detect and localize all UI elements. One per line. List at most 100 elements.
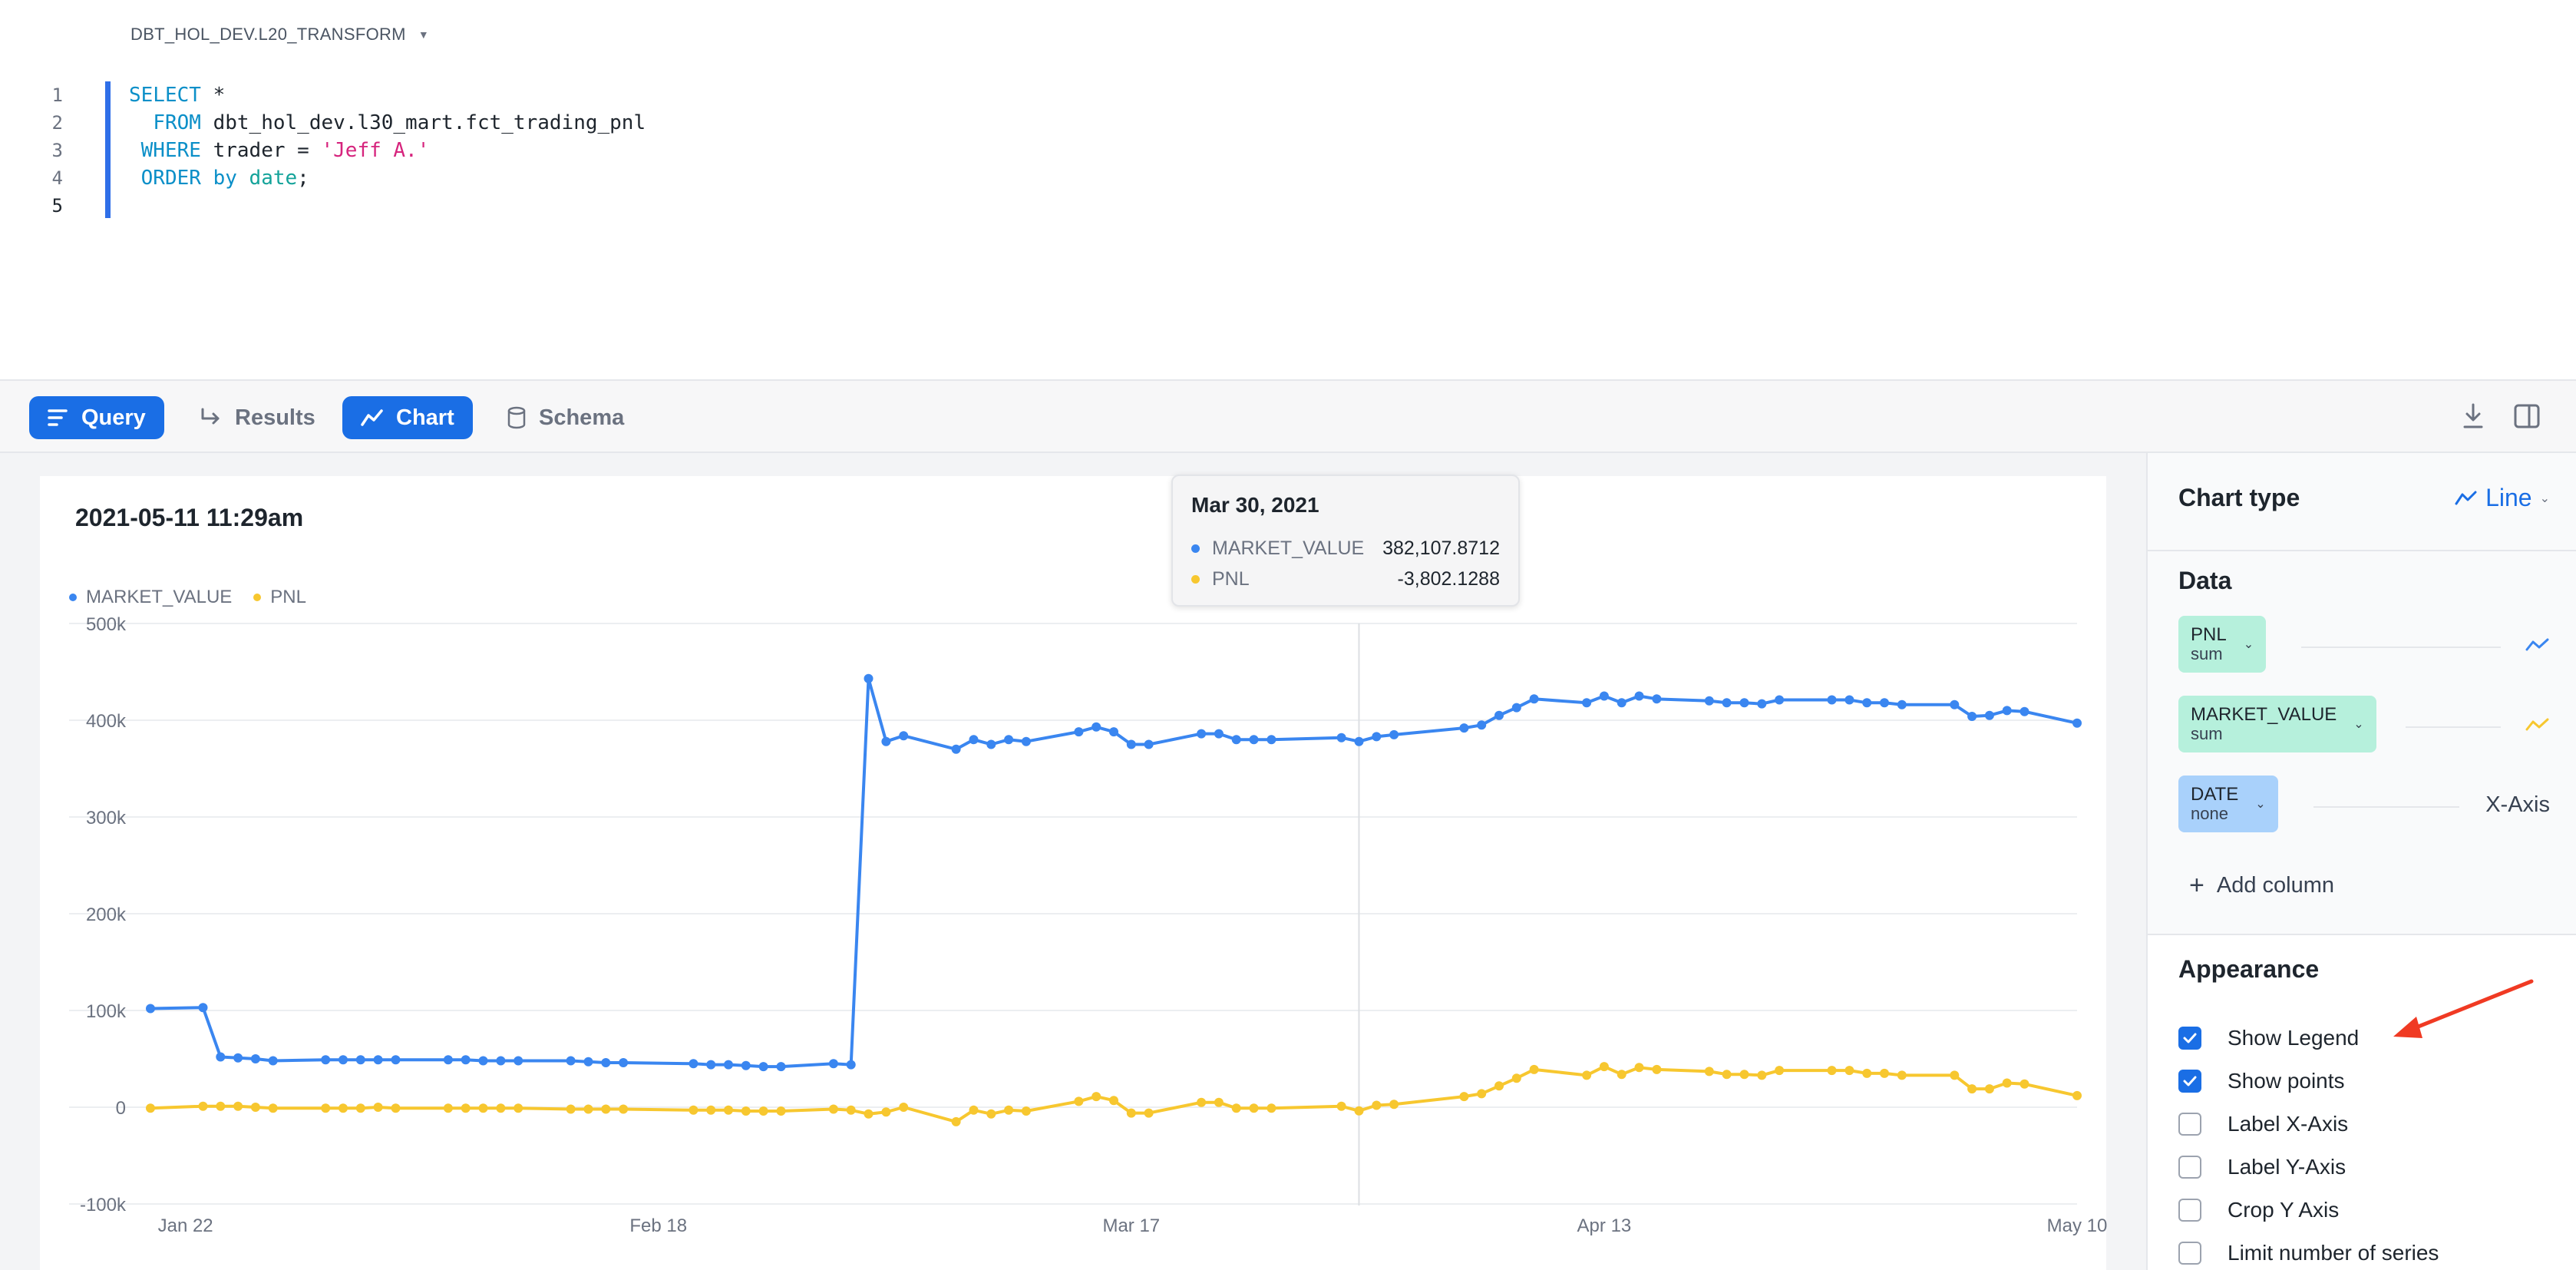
- chevron-down-icon: ⌄: [2255, 798, 2266, 811]
- data-point: [1739, 1070, 1749, 1080]
- pill-connector: [2313, 806, 2459, 808]
- toolbar-right: [2461, 402, 2541, 430]
- chart-settings-panel: Chart type Line ⌄ Data PNL sum ⌄ MARKET_V…: [2146, 453, 2576, 1270]
- data-point: [1950, 699, 1960, 709]
- data-section: Data PNL sum ⌄ MARKET_VALUE sum ⌄ DATE none…: [2148, 551, 2576, 935]
- line-chart[interactable]: 500k 400k 300k 200k 100k 0 -100k Jan 22 Feb 18 M…: [0, 0, 2146, 1270]
- data-point: [1231, 1103, 1241, 1113]
- data-point: [1372, 732, 1382, 742]
- y-axis-ticks: 500k 400k 300k 200k 100k 0 -100k: [80, 614, 127, 1215]
- data-point: [391, 1103, 401, 1113]
- option-label-x-axis[interactable]: Label X-Axis: [2178, 1112, 2348, 1136]
- data-point: [1617, 698, 1627, 708]
- data-point: [1862, 1068, 1872, 1078]
- y-tick-label: -100k: [80, 1195, 127, 1215]
- checkbox-unchecked-icon[interactable]: [2178, 1242, 2201, 1265]
- plus-icon: +: [2189, 871, 2204, 900]
- chart-type-dropdown[interactable]: Line ⌄: [2455, 484, 2550, 512]
- tooltip-series-name: PNL: [1212, 567, 1250, 590]
- y-tick-label: 400k: [86, 711, 127, 732]
- data-point: [373, 1103, 383, 1112]
- data-point: [1091, 1092, 1101, 1102]
- data-point: [146, 1004, 155, 1014]
- option-label-y-axis[interactable]: Label Y-Axis: [2178, 1155, 2346, 1179]
- data-point: [1984, 710, 1994, 720]
- data-point: [828, 1104, 838, 1114]
- chart-gridlines: [69, 623, 2077, 1205]
- checkbox-unchecked-icon[interactable]: [2178, 1156, 2201, 1179]
- data-point: [1459, 1092, 1469, 1102]
- data-point: [969, 1105, 979, 1115]
- data-point: [268, 1056, 278, 1066]
- checkbox-checked-icon[interactable]: [2178, 1070, 2201, 1093]
- data-point: [899, 731, 909, 741]
- data-point: [1862, 698, 1872, 708]
- add-column-button[interactable]: + Add column: [2189, 871, 2334, 901]
- data-point: [1897, 1070, 1907, 1080]
- data-point: [619, 1058, 629, 1067]
- data-point: [321, 1103, 331, 1113]
- data-point: [724, 1060, 733, 1070]
- data-point: [1074, 1096, 1084, 1106]
- data-point: [1197, 1097, 1207, 1107]
- data-point: [724, 1105, 733, 1115]
- download-icon[interactable]: [2461, 402, 2485, 430]
- column-name: DATE: [2191, 784, 2239, 805]
- data-point: [1389, 1100, 1399, 1110]
- data-point: [1091, 722, 1101, 732]
- data-point: [496, 1056, 506, 1066]
- checkbox-unchecked-icon[interactable]: [2178, 1113, 2201, 1136]
- column-role-x-axis[interactable]: X-Axis: [2485, 792, 2550, 818]
- tooltip-row-pnl: PNL -3,802.1288: [1191, 564, 1500, 594]
- data-point: [1477, 720, 1487, 730]
- data-point: [986, 739, 996, 749]
- option-label: Label Y-Axis: [2228, 1155, 2346, 1179]
- data-point: [776, 1062, 786, 1072]
- line-series-icon[interactable]: [2525, 636, 2550, 654]
- series-line: [150, 1065, 2078, 1123]
- data-point: [1739, 698, 1749, 708]
- option-crop-y-axis[interactable]: Crop Y Axis: [2178, 1198, 2339, 1222]
- data-point: [864, 673, 874, 683]
- checkbox-unchecked-icon[interactable]: [2178, 1199, 2201, 1222]
- data-point: [1021, 736, 1031, 746]
- y-tick-label: 500k: [86, 614, 127, 635]
- option-show-legend[interactable]: Show Legend: [2178, 1026, 2359, 1050]
- data-point: [1267, 1103, 1276, 1113]
- line-series-icon[interactable]: [2525, 716, 2550, 734]
- option-show-points[interactable]: Show points: [2178, 1069, 2345, 1093]
- series-dot-icon: [1191, 574, 1200, 584]
- column-pill-pnl[interactable]: PNL sum ⌄: [2178, 616, 2267, 673]
- data-point: [1652, 694, 1662, 704]
- data-point: [1021, 1106, 1031, 1116]
- data-point: [881, 1107, 891, 1117]
- data-point: [339, 1103, 348, 1113]
- data-point: [1336, 733, 1346, 742]
- column-pill-date[interactable]: DATE none ⌄: [2178, 776, 2278, 832]
- data-point: [899, 1103, 909, 1112]
- data-point: [583, 1104, 593, 1114]
- column-pill-market-value[interactable]: MARKET_VALUE sum ⌄: [2178, 696, 2376, 752]
- data-point: [1214, 1097, 1224, 1107]
- data-point: [233, 1101, 243, 1111]
- data-point: [198, 1003, 208, 1013]
- data-point: [1004, 735, 1014, 745]
- data-point: [689, 1059, 698, 1069]
- data-point: [1389, 729, 1399, 739]
- data-point: [198, 1101, 208, 1111]
- data-point: [1144, 739, 1154, 749]
- x-tick-label: Mar 17: [1102, 1215, 1160, 1236]
- x-tick-label: May 10: [2047, 1215, 2108, 1236]
- data-point: [951, 744, 961, 754]
- data-point: [1511, 703, 1521, 713]
- data-point: [1354, 736, 1364, 746]
- data-point: [1844, 1066, 1854, 1076]
- data-point: [828, 1059, 838, 1069]
- data-point: [2002, 1078, 2012, 1088]
- data-point: [583, 1057, 593, 1067]
- option-limit-series[interactable]: Limit number of series: [2178, 1241, 2439, 1265]
- checkbox-checked-icon[interactable]: [2178, 1027, 2201, 1050]
- split-panel-icon[interactable]: [2513, 402, 2541, 430]
- data-point: [514, 1056, 523, 1066]
- tooltip-row-market-value: MARKET_VALUE 382,107.8712: [1191, 533, 1500, 564]
